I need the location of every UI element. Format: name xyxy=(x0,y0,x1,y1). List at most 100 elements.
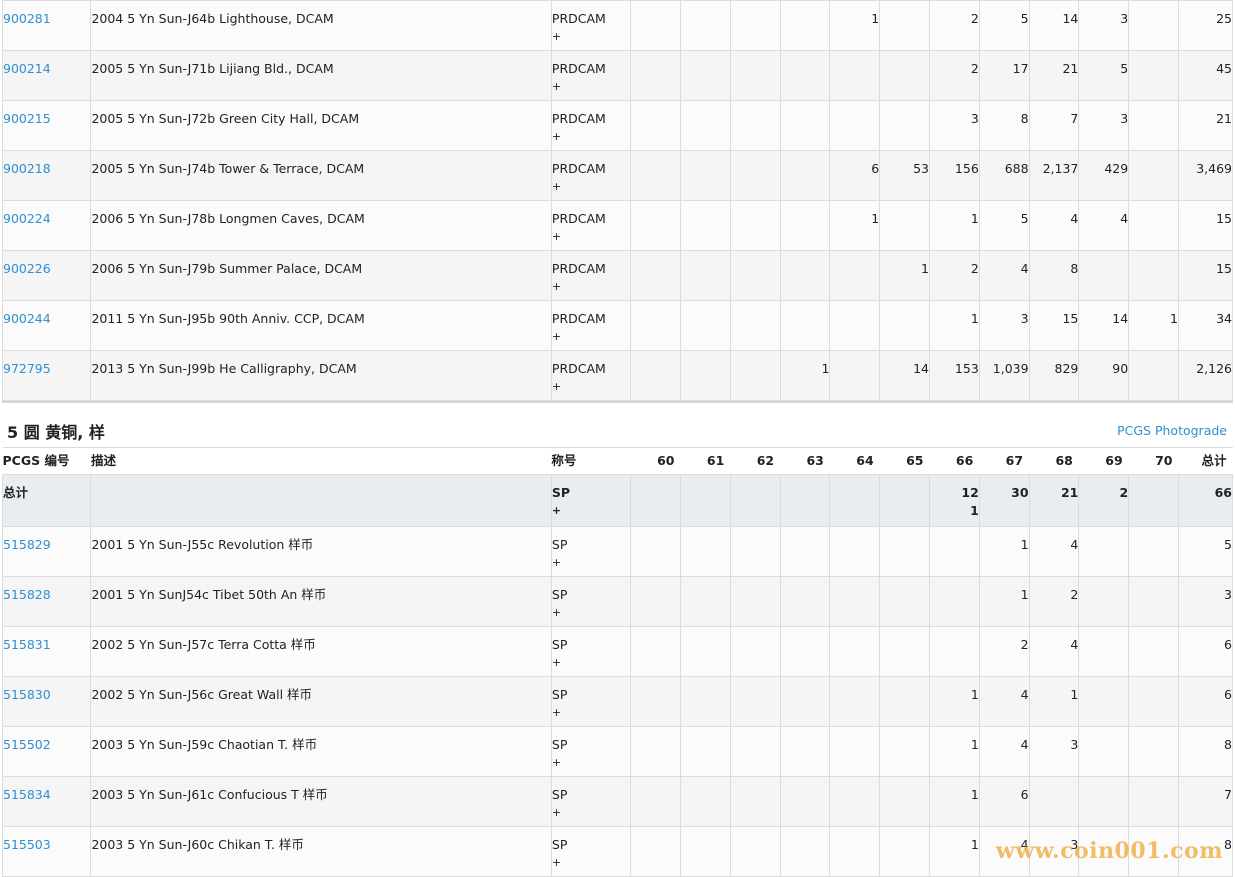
description-text: 2003 5 Yn Sun-J59c Chaotian T. 样币 xyxy=(91,737,318,752)
header-grade-60[interactable]: 60 xyxy=(630,447,681,475)
grade-count-cell xyxy=(879,826,930,877)
grade-count xyxy=(831,110,879,127)
grade-count xyxy=(831,686,879,703)
table-row: 900281 2004 5 Yn Sun-J64b Lighthouse, DCA… xyxy=(1,0,1234,51)
grade-count xyxy=(1130,536,1178,553)
grade-count-cell: 3 xyxy=(928,100,980,151)
grade-count-cell: 4 xyxy=(978,726,1030,777)
grade-count-cell xyxy=(729,0,781,51)
grade-count: 1 xyxy=(1070,687,1079,702)
grade-count: 6 xyxy=(1020,787,1029,802)
grade-count: 21 xyxy=(1062,61,1079,76)
header-grade-62[interactable]: 62 xyxy=(730,447,781,475)
pcgs-number-link[interactable]: 900281 xyxy=(4,10,90,27)
header-grade-66[interactable]: 66 xyxy=(929,447,980,475)
grade-count: 3 xyxy=(1120,111,1129,126)
grade-count: 2 xyxy=(970,11,979,26)
pcgs-number-cell: 515831 xyxy=(1,626,92,677)
grade-count xyxy=(681,310,729,327)
header-grade-61[interactable]: 61 xyxy=(680,447,731,475)
grade-count-cell xyxy=(928,626,980,677)
pcgs-number-link[interactable]: 515831 xyxy=(4,636,90,653)
pcgs-number-link[interactable]: 900226 xyxy=(4,260,90,277)
grade-count-cell xyxy=(630,626,681,677)
pcgs-number-link[interactable]: 515828 xyxy=(4,586,90,603)
designation-cell: PRDCAM + xyxy=(550,0,632,51)
total-count: 25 xyxy=(1216,11,1232,26)
header-total[interactable]: 总计 xyxy=(1178,447,1233,475)
designation-cell: PRDCAM + xyxy=(550,300,632,351)
grade-count-cell: 2 xyxy=(978,626,1030,677)
designation-text: SP xyxy=(551,687,568,702)
designation-text: SP xyxy=(551,587,568,602)
header-designation[interactable]: 称号 xyxy=(551,447,631,475)
grade-count-cell: 14 xyxy=(879,350,930,401)
grade-count-cell xyxy=(829,826,881,877)
grade-count-cell xyxy=(729,150,781,201)
designation-plus: + xyxy=(551,856,562,869)
grade-count xyxy=(781,210,829,227)
table-row: 515829 2001 5 Yn Sun-J55c Revolution 样币 SP… xyxy=(1,526,1234,577)
grade-count-cell: 14 xyxy=(1028,0,1080,51)
pcgs-number-link[interactable]: 515503 xyxy=(4,836,90,853)
total-count: 3,469 xyxy=(1196,161,1232,176)
grade-count-cell: 4 xyxy=(1028,526,1080,577)
designation-plus: + xyxy=(551,756,562,769)
designation-cell: PRDCAM + xyxy=(550,250,632,301)
header-pcgs-number[interactable]: PCGS 编号 xyxy=(2,447,91,475)
designation-plus: + xyxy=(551,656,562,669)
grade-count xyxy=(881,786,929,803)
pcgs-number-link[interactable]: 900215 xyxy=(4,110,90,127)
grade-count-cell xyxy=(1128,626,1179,677)
grade-count xyxy=(731,260,779,277)
totals-grade-count xyxy=(1130,484,1178,501)
total-cell: 25 xyxy=(1177,0,1234,51)
header-grade-70[interactable]: 70 xyxy=(1128,447,1179,475)
grade-count: 1 xyxy=(970,837,979,852)
pcgs-number-link[interactable]: 900224 xyxy=(4,210,90,227)
grade-count-cell: 5 xyxy=(978,0,1030,51)
grade-count: 8 xyxy=(1070,261,1079,276)
totals-grade-count xyxy=(781,484,829,501)
grade-count-cell xyxy=(879,100,930,151)
grade-count: 4 xyxy=(1020,737,1029,752)
grade-count xyxy=(831,836,879,853)
grade-count xyxy=(681,360,729,377)
grade-count-cell xyxy=(729,300,781,351)
header-grade-64[interactable]: 64 xyxy=(829,447,880,475)
grade-count: 429 xyxy=(1104,161,1129,176)
pcgs-number-link[interactable]: 515830 xyxy=(4,686,90,703)
grade-count-cell: 5 xyxy=(978,200,1030,251)
description-text: 2003 5 Yn Sun-J61c Confucious T 样币 xyxy=(91,787,328,802)
grade-count-cell: 2 xyxy=(928,250,980,301)
grade-count xyxy=(731,586,779,603)
grade-count xyxy=(1080,636,1128,653)
pcgs-number-link[interactable]: 515502 xyxy=(4,736,90,753)
pcgs-photograde-link[interactable]: PCGS Photograde xyxy=(1117,423,1227,438)
description-text: 2002 5 Yn Sun-J57c Terra Cotta 样币 xyxy=(91,637,316,652)
table-row: 900214 2005 5 Yn Sun-J71b Lijiang Bld., D… xyxy=(1,50,1234,101)
header-grade-67[interactable]: 67 xyxy=(979,447,1030,475)
total-cell: 15 xyxy=(1177,250,1234,301)
grade-count-cell: 2 xyxy=(928,0,980,51)
pcgs-number-link[interactable]: 515834 xyxy=(4,786,90,803)
pcgs-number-link[interactable]: 900214 xyxy=(4,60,90,77)
header-grade-65[interactable]: 65 xyxy=(879,447,930,475)
header-grade-63[interactable]: 63 xyxy=(780,447,830,475)
description-text: 2001 5 Yn Sun-J55c Revolution 样币 xyxy=(91,537,314,552)
grade-count xyxy=(632,110,680,127)
pcgs-number-link[interactable]: 515829 xyxy=(4,536,90,553)
pcgs-number-link[interactable]: 972795 xyxy=(4,360,90,377)
header-grade-68[interactable]: 68 xyxy=(1029,447,1079,475)
description-text: 2006 5 Yn Sun-J79b Summer Palace, DCAM xyxy=(91,261,363,276)
designation-plus: + xyxy=(551,556,562,569)
header-description[interactable]: 描述 xyxy=(90,447,552,475)
table-row: 515834 2003 5 Yn Sun-J61c Confucious T 样币… xyxy=(1,776,1234,827)
grade-count xyxy=(681,260,729,277)
pcgs-number-link[interactable]: 900244 xyxy=(4,310,90,327)
pcgs-number-link[interactable]: 900218 xyxy=(4,160,90,177)
designation-cell: PRDCAM + xyxy=(550,150,632,201)
header-grade-69[interactable]: 69 xyxy=(1078,447,1129,475)
grade-count: 6 xyxy=(871,161,880,176)
grade-count-cell: 1 xyxy=(829,200,881,251)
